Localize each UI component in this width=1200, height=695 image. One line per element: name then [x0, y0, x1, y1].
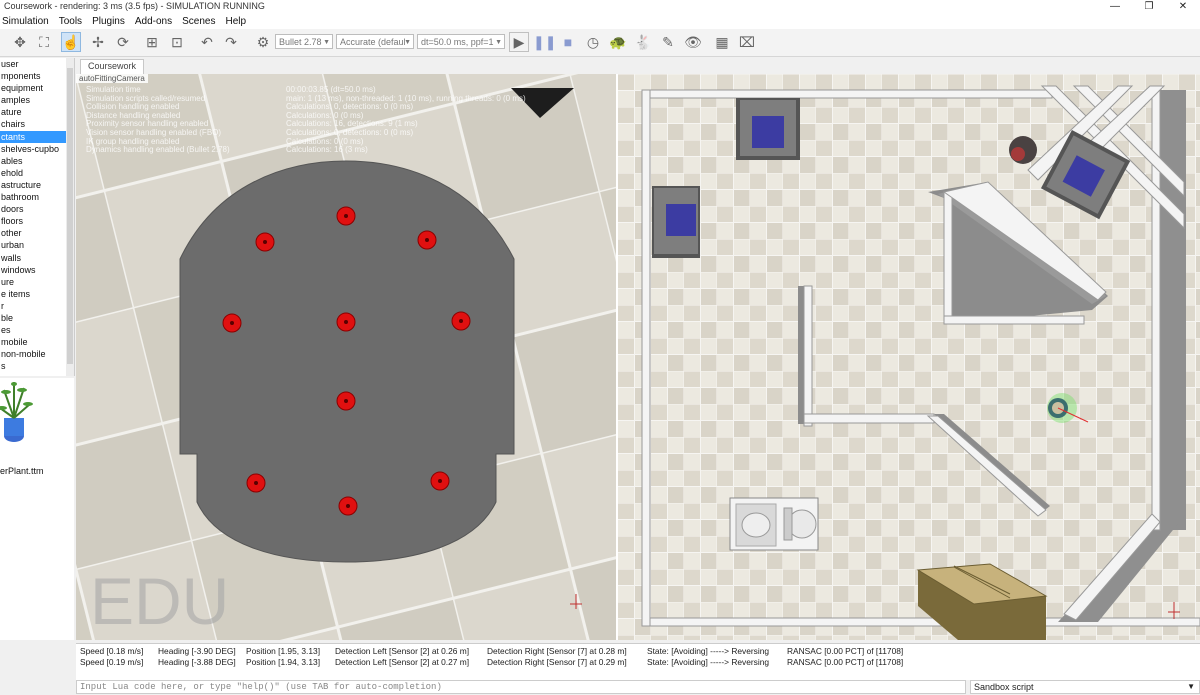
scene-viewport[interactable]: EDU autoFittingCamera Simulation time 00:… — [76, 74, 1200, 640]
tree-item[interactable]: ctants — [0, 130, 74, 143]
window-title: Coursework - rendering: 3 ms (3.5 fps) -… — [4, 1, 265, 11]
object-rotate-icon[interactable]: ⟳ — [113, 32, 133, 52]
simulation-info-overlay: Simulation time 00:00:03.85 (dt=50.0 ms) S… — [86, 85, 526, 155]
tree-item[interactable]: non-mobile — [0, 348, 74, 360]
minimize-button[interactable]: — — [1098, 0, 1132, 14]
transfer-dna-icon[interactable]: ⊡ — [167, 32, 187, 52]
timestep-select[interactable]: dt=50.0 ms, ppf=1 ▼ — [417, 34, 505, 49]
menu-simulation[interactable]: Simulation — [2, 14, 49, 29]
edu-watermark: EDU — [90, 564, 229, 638]
tree-item[interactable]: doors — [0, 203, 74, 215]
top-down-view[interactable] — [618, 74, 1200, 640]
cabinet-top — [736, 98, 800, 160]
tree-item[interactable]: mponents — [0, 70, 74, 82]
camera-name-label: autoFittingCamera — [76, 74, 148, 83]
physics-engine-select[interactable]: Bullet 2.78 ▼ — [275, 34, 333, 49]
camera-fit-icon[interactable]: ⛶ — [34, 32, 54, 52]
sensor-center — [344, 320, 348, 324]
tree-item[interactable]: walls — [0, 252, 74, 264]
visualization-icon[interactable]: 👁 — [683, 32, 703, 52]
menu-bar: Simulation Tools Plugins Add-ons Scenes … — [0, 14, 1200, 29]
tree-scrollbar[interactable] — [66, 58, 74, 376]
object-shift-icon[interactable]: ✢ — [88, 32, 108, 52]
tree-item[interactable]: ehold — [0, 167, 74, 179]
tree-item[interactable]: user — [0, 58, 74, 70]
tree-item[interactable]: astructure — [0, 179, 74, 191]
tree-item[interactable]: shelves-cupbo — [0, 143, 74, 155]
menu-scenes[interactable]: Scenes — [182, 14, 215, 29]
tree-item[interactable]: ble — [0, 312, 74, 324]
chevron-down-icon: ▼ — [1187, 682, 1195, 691]
speed-up-icon[interactable]: 🐇 — [633, 32, 653, 52]
scene-hierarchy-icon[interactable]: ▦ — [712, 32, 732, 52]
tree-item[interactable]: floors — [0, 215, 74, 227]
tree-item[interactable]: amples — [0, 94, 74, 106]
sensor-center — [254, 481, 258, 485]
sensor-center — [346, 504, 350, 508]
tree-item[interactable]: r — [0, 300, 74, 312]
scene-tab-bar: Coursework — [76, 58, 1200, 74]
maximize-button[interactable]: ❐ — [1132, 0, 1166, 14]
click-select-icon[interactable]: ☝ — [61, 32, 81, 52]
tree-item[interactable]: ature — [0, 106, 74, 118]
script-mode-select[interactable]: Sandbox script ▼ — [970, 680, 1200, 694]
tree-item[interactable]: e items — [0, 288, 74, 300]
tree-item[interactable]: ure — [0, 276, 74, 288]
sensor-center — [459, 319, 463, 323]
tree-item[interactable]: chairs — [0, 118, 74, 130]
info-value: Calculations: 16 (3 ms) — [286, 145, 368, 155]
model-browser-tree: user mponents equipment amples ature chairs ct… — [0, 58, 75, 376]
model-preview-panel: erPlant.ttm — [0, 378, 74, 640]
sensor-center — [344, 399, 348, 403]
engine-settings-icon[interactable]: ⚙ — [253, 32, 273, 52]
lua-command-input[interactable]: Input Lua code here, or type "help()" (u… — [76, 680, 966, 694]
sensor-center — [263, 240, 267, 244]
menu-help[interactable]: Help — [225, 14, 246, 29]
model-preview-label: erPlant.ttm — [0, 466, 44, 476]
tree-item[interactable]: ables — [0, 155, 74, 167]
camera-pan-icon[interactable]: ✥ — [10, 32, 30, 52]
tree-item[interactable]: windows — [0, 264, 74, 276]
stop-icon[interactable]: ■ — [558, 32, 578, 52]
accuracy-select[interactable]: Accurate (defaul ▼ — [336, 34, 414, 49]
tree-item[interactable]: s — [0, 360, 74, 372]
info-label: Dynamics handling enabled (Bullet 2.78) — [86, 145, 230, 155]
menu-plugins[interactable]: Plugins — [92, 14, 125, 29]
close-button[interactable]: ✕ — [1166, 0, 1200, 14]
robot-camera-view[interactable]: EDU autoFittingCamera Simulation time 00:… — [76, 74, 616, 640]
tab-coursework[interactable]: Coursework — [80, 59, 144, 74]
menu-add-ons[interactable]: Add-ons — [135, 14, 172, 29]
menu-tools[interactable]: Tools — [59, 14, 82, 29]
tree-item[interactable]: bathroom — [0, 191, 74, 203]
potted-plant-thumbnail[interactable] — [0, 378, 74, 464]
info-row: Dynamics handling enabled (Bullet 2.78) C… — [86, 145, 368, 155]
sensor-center — [344, 214, 348, 218]
sensor-center — [230, 321, 234, 325]
realtime-icon[interactable]: ◷ — [583, 32, 603, 52]
console-output: Speed [0.18 m/s] Heading [-3.90 DEG] Pos… — [76, 643, 1200, 680]
undo-icon[interactable]: ↶ — [197, 32, 217, 52]
tree-item[interactable]: equipment — [0, 82, 74, 94]
sensor-center — [438, 479, 442, 483]
toolbar: ✥ ⛶ ☝ ✢ ⟳ ⊞ ⊡ ↶ ↷ ⚙ Bullet 2.78 ▼ Accurat… — [0, 29, 1200, 57]
tree-item[interactable]: urban — [0, 239, 74, 251]
model-browser-icon[interactable]: ⌧ — [737, 32, 757, 52]
tree-item[interactable]: mobile — [0, 336, 74, 348]
thread-rendering-icon[interactable]: ✎ — [658, 32, 678, 52]
slow-down-icon[interactable]: 🐢 — [608, 32, 628, 52]
redo-icon[interactable]: ↷ — [221, 32, 241, 52]
sensor-center — [425, 238, 429, 242]
pause-icon[interactable]: ❚❚ — [533, 32, 556, 52]
tree-item[interactable]: es — [0, 324, 74, 336]
tree-item[interactable]: other — [0, 227, 74, 239]
cabinet-left — [652, 186, 700, 258]
sink-toilet — [729, 497, 819, 551]
assemble-icon[interactable]: ⊞ — [142, 32, 162, 52]
play-icon[interactable]: ▶ — [509, 32, 529, 52]
other-robot — [1009, 136, 1037, 164]
title-bar: Coursework - rendering: 3 ms (3.5 fps) -… — [0, 0, 1200, 14]
